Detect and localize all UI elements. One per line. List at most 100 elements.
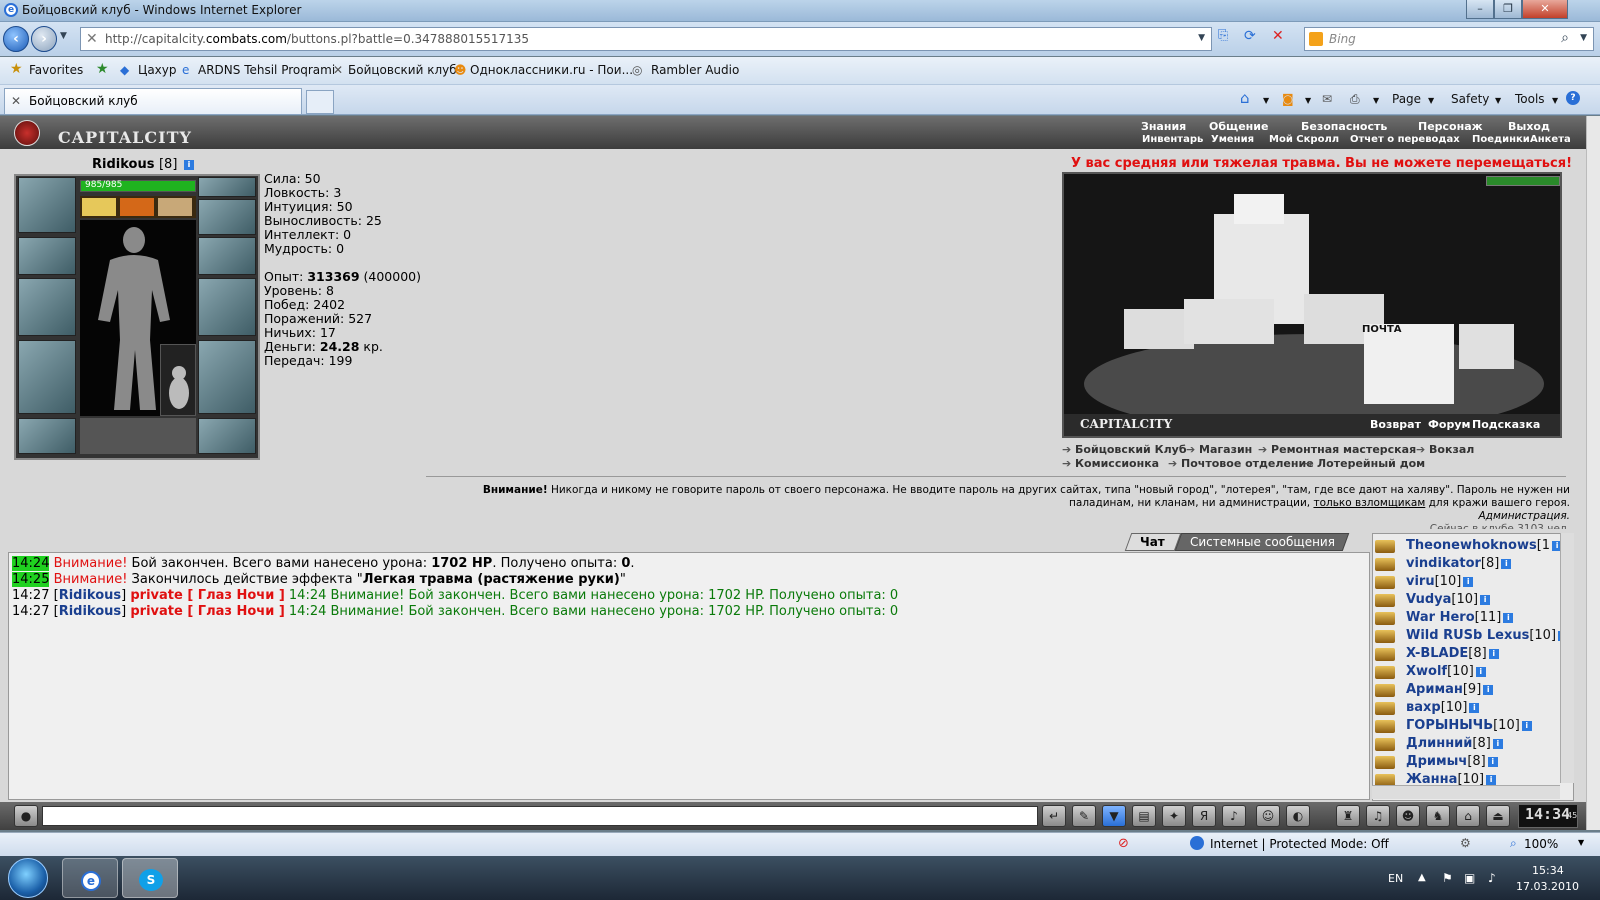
taskbar-date[interactable]: 17.03.2010 [1516, 880, 1579, 893]
menu-transfer-report[interactable]: Отчет о переводах [1350, 134, 1460, 145]
info-icon[interactable]: i [183, 159, 194, 170]
mail-icon[interactable]: ✉ [1322, 92, 1332, 106]
tab-combats[interactable]: ✕ Бойцовский клуб [4, 88, 302, 114]
location-post-office[interactable]: ➔ Почтовое отделение [1168, 457, 1314, 470]
taskbar-ie[interactable]: e [62, 858, 118, 898]
save-log-icon[interactable]: ▤ [1132, 805, 1156, 827]
user-list-item[interactable]: Xwolf[10] i [1406, 664, 1486, 679]
user-list-item[interactable]: вахр[10] i [1406, 700, 1480, 715]
zoom-dropdown-icon[interactable]: ▼ [1578, 838, 1584, 847]
forward-button[interactable]: › [31, 26, 57, 52]
menu-exit[interactable]: Выход [1508, 120, 1550, 133]
search-dropdown-icon[interactable]: ▼ [1580, 33, 1587, 43]
user-info-icon[interactable]: i [1488, 648, 1499, 659]
refresh-icon[interactable]: ⟳ [1244, 28, 1264, 50]
city-scene[interactable]: ПОЧТА CAPITALCITY Возврат Форум Подсказк… [1062, 172, 1562, 438]
minimize-button[interactable]: – [1466, 0, 1494, 19]
taskbar-time[interactable]: 15:34 [1532, 864, 1564, 877]
user-list-item[interactable]: Wild RUSb Lexus[10]i [1406, 628, 1569, 643]
user-action-icon[interactable] [1375, 702, 1395, 715]
new-tab-button[interactable] [306, 90, 334, 114]
send-icon[interactable]: ↵ [1042, 805, 1066, 827]
user-action-icon[interactable] [1375, 630, 1395, 643]
protected-mode-icon[interactable]: ⚙ [1460, 836, 1471, 850]
scene-link-return[interactable]: Возврат [1370, 418, 1421, 431]
armor-slot[interactable] [18, 340, 76, 414]
user-list-item[interactable]: Vudya[10] i [1406, 592, 1491, 607]
home-dropdown-icon[interactable]: ▼ [1263, 96, 1269, 105]
leggings-slot[interactable] [198, 340, 256, 414]
menu-fights[interactable]: Поединки [1472, 134, 1530, 145]
user-info-icon[interactable]: i [1486, 774, 1497, 785]
network-icon[interactable]: ▣ [1464, 871, 1475, 885]
user-action-icon[interactable] [1375, 576, 1395, 589]
location-fight-club[interactable]: ➔ Бойцовский Клуб [1062, 443, 1187, 456]
location-lottery[interactable]: ➔ Лотерейный дом [1304, 457, 1425, 470]
chat-nick[interactable]: Ridikous [59, 588, 121, 603]
user-list-item[interactable]: Ариман[9] i [1406, 682, 1494, 697]
menu-my-scroll[interactable]: Мой Скролл [1269, 134, 1339, 145]
search-input[interactable]: Bing ⌕ ▼ [1304, 27, 1594, 51]
user-list-item[interactable]: ГОРЫНЫЧЬ[10] i [1406, 718, 1532, 733]
location-commission[interactable]: ➔ Комиссионка [1062, 457, 1159, 470]
friends-icon[interactable]: ☻ [1396, 805, 1420, 827]
location-shop[interactable]: ➔ Магазин [1186, 443, 1252, 456]
user-action-icon[interactable] [1375, 612, 1395, 625]
user-info-icon[interactable]: i [1501, 558, 1512, 569]
user-info-icon[interactable]: i [1475, 666, 1486, 677]
helmet-icon[interactable]: ◐ [1286, 805, 1310, 827]
start-button[interactable] [8, 858, 48, 898]
character-name[interactable]: Ridikous [92, 157, 154, 172]
page-scrollbar[interactable] [1586, 116, 1600, 830]
user-info-icon[interactable]: i [1521, 720, 1532, 731]
fav-item-rambler[interactable]: Rambler Audio [651, 63, 739, 77]
address-dropdown-icon[interactable]: ▼ [1198, 33, 1205, 43]
user-info-icon[interactable]: i [1483, 684, 1494, 695]
page-menu[interactable]: Page [1392, 92, 1421, 106]
stop-icon[interactable]: ✕ [1272, 28, 1292, 50]
show-hidden-icons[interactable]: ▲ [1418, 872, 1426, 883]
volume-icon[interactable]: ♪ [1488, 871, 1496, 885]
user-list-item[interactable]: X-BLADE[8] i [1406, 646, 1499, 661]
menu-communication[interactable]: Общение [1209, 120, 1268, 133]
history-dropdown-icon[interactable]: ▼ [60, 31, 67, 41]
menu-knowledge[interactable]: Знания [1141, 120, 1186, 133]
helmet-slot[interactable] [18, 177, 76, 233]
boots-slot[interactable] [198, 418, 256, 454]
print-icon[interactable]: ⎙ [1350, 92, 1360, 107]
help-icon[interactable]: ? [1566, 91, 1580, 105]
users-scrollbar[interactable] [1560, 533, 1574, 783]
user-action-icon[interactable] [1375, 648, 1395, 661]
home-icon[interactable]: ⌂ [1240, 89, 1250, 107]
effect-fire-icon[interactable] [120, 198, 154, 216]
fav-item-combats[interactable]: Бойцовский клуб [348, 63, 457, 77]
menu-inventory[interactable]: Инвентарь [1142, 134, 1203, 145]
clan-icon[interactable]: ♞ [1426, 805, 1450, 827]
menu-skills[interactable]: Умения [1211, 134, 1254, 145]
weapon-slot[interactable] [18, 278, 76, 336]
gloves-slot[interactable] [198, 237, 256, 275]
menu-profile[interactable]: Анкета [1530, 134, 1571, 145]
tools-menu[interactable]: Tools [1515, 92, 1545, 106]
fav-item-ardns[interactable]: ARDNS Tehsil Proqrami [198, 63, 335, 77]
user-action-icon[interactable] [1375, 666, 1395, 679]
amulet-slot[interactable] [198, 199, 256, 235]
feeds-icon[interactable]: ◙ [1282, 92, 1294, 106]
search-icon[interactable]: ⌕ [1561, 30, 1569, 46]
popup-blocked-icon[interactable]: ⊘ [1118, 836, 1129, 851]
close-window-button[interactable]: ✕ [1522, 0, 1568, 19]
security-zone[interactable]: Internet | Protected Mode: Off [1210, 837, 1389, 851]
print-dropdown-icon[interactable]: ▼ [1373, 96, 1379, 105]
user-action-icon[interactable] [1375, 756, 1395, 769]
user-action-icon[interactable] [1375, 558, 1395, 571]
filter-icon[interactable]: ▼ [1102, 805, 1126, 827]
add-favorite-icon[interactable]: ★ [96, 61, 109, 77]
injury-icon[interactable] [158, 198, 192, 216]
user-info-icon[interactable]: i [1487, 756, 1498, 767]
user-list-item[interactable]: Дримыч[8] i [1406, 754, 1498, 769]
user-action-icon[interactable] [1375, 684, 1395, 697]
fav-item-odnoklassniki[interactable]: Одноклассники.ru - Пои... [470, 63, 633, 77]
music-icon[interactable]: ♫ [1366, 805, 1390, 827]
user-action-icon[interactable] [1375, 738, 1395, 751]
belt-slot[interactable] [18, 418, 76, 454]
